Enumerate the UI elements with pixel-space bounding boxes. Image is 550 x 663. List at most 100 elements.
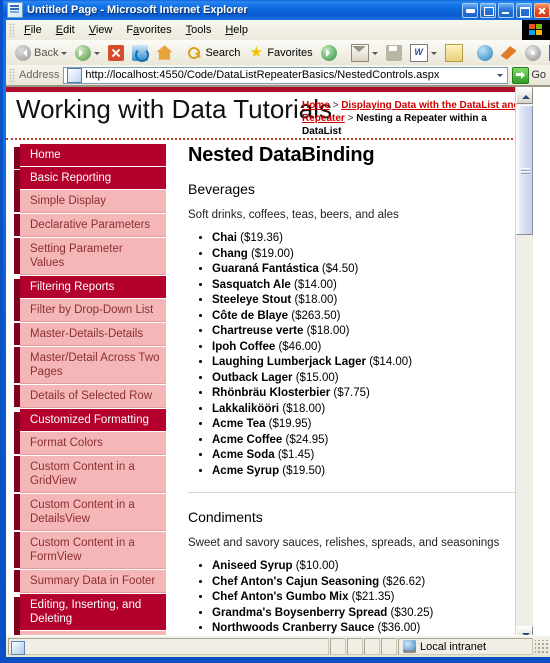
forward-history-chevron-down-icon[interactable] [94,51,101,58]
product-list-item: Aniseed Syrup ($10.00) [212,559,518,574]
product-price: ($21.35) [348,591,395,603]
stop-icon [108,44,125,61]
msn-button[interactable] [497,43,521,63]
home-button[interactable] [152,43,176,63]
product-price: ($15.00) [292,371,339,384]
menu-help[interactable]: Help [218,22,255,38]
product-list-item: Grandma's Boysenberry Spread ($30.25) [212,606,518,621]
product-price: ($18.00) [303,325,350,337]
product-price: ($19.50) [279,464,326,477]
sidebar-item-custom-content-detailsview[interactable]: Custom Content in a DetailsView [14,494,166,531]
sidebar-item-declarative-parameters[interactable]: Declarative Parameters [14,214,166,237]
sidebar-item-label: Custom Content in a FormView [30,537,135,563]
product-name: Rhönbräu Klosterbier [212,387,331,399]
product-name: Côte de Blaye [212,309,289,322]
address-input[interactable]: http://localhost:4550/Code/DataListRepea… [63,66,509,84]
sidebar-section-filtering-reports[interactable]: Filtering Reports [14,276,166,301]
menu-edit-label-rest: dit [63,24,75,36]
back-history-chevron-down-icon[interactable] [61,51,68,58]
sidebar-item-home[interactable]: Home [14,144,166,169]
web-page: Working with Data Tutorials Home > Displ… [6,87,533,643]
status-security-zone[interactable]: Local intranet [398,638,533,655]
close-button[interactable] [534,2,550,18]
product-list-item: Acme Tea ($19.95) [212,417,518,432]
edit-word-button[interactable]: W [406,42,441,64]
stop-button[interactable] [104,43,128,63]
title-bar: Untitled Page - Microsoft Internet Explo… [3,0,550,20]
sidebar-item-master-details-details[interactable]: Master-Details-Details [14,323,166,346]
sidebar-item-summary-data-in-footer[interactable]: Summary Data in Footer [14,570,166,593]
print-button[interactable] [382,43,406,63]
product-name: Outback Lager [212,371,293,384]
refresh-button[interactable] [128,43,152,63]
scrollbar-thumb[interactable] [516,105,533,235]
sidebar-item-label: Customized Formatting [30,414,149,426]
address-gripper-icon[interactable] [9,68,15,82]
sidebar-item-custom-content-formview[interactable]: Custom Content in a FormView [14,532,166,569]
menu-file[interactable]: File [17,22,49,38]
content-heading: Nested DataBinding [188,144,375,166]
sidebar-item-simple-display[interactable]: Simple Display [14,190,166,213]
maximize-button[interactable] [516,2,532,18]
back-button-label: Back [34,46,59,59]
sidebar-section-editing-inserting-deleting[interactable]: Editing, Inserting, and Deleting [14,594,166,633]
product-name: Lakkalikööri [212,402,280,415]
category-name: Condiments [188,509,263,525]
sidebar-item-label: Home [30,149,61,161]
menu-gripper-icon[interactable] [9,23,15,37]
sidebar-item-details-of-selected-row[interactable]: Details of Selected Row [14,385,166,408]
sidebar-section-basic-reporting[interactable]: Basic Reporting [14,167,166,192]
media-button[interactable] [317,43,341,63]
sidebar-item-custom-content-gridview[interactable]: Custom Content in a GridView [14,456,166,493]
product-list-item: Acme Coffee ($24.95) [212,433,518,448]
product-name: Chef Anton's Gumbo Mix [212,591,349,603]
product-price: ($10.00) [292,560,339,572]
product-name: Acme Soda [212,449,275,461]
menu-view[interactable]: View [82,22,120,38]
product-list-item: Sasquatch Ale ($14.00) [212,278,518,293]
product-list-item: Chef Anton's Gumbo Mix ($21.35) [212,590,518,605]
address-url-text[interactable]: http://localhost:4550/Code/DataListRepea… [85,69,492,81]
mail-button[interactable] [347,42,382,64]
messenger-button[interactable] [473,43,497,63]
minimize-button[interactable] [498,2,514,18]
restore-group-button[interactable] [480,2,496,18]
sidebar-item-label: Custom Content in a DetailsView [30,499,135,525]
back-arrow-icon [15,44,31,61]
product-list-item: Guaraná Fantástica ($4.50) [212,262,518,277]
sidebar-item-setting-parameter-values[interactable]: Setting Parameter Values [14,238,166,275]
mail-icon [350,43,369,62]
sidebar-section-customized-formatting[interactable]: Customized Formatting [14,409,166,434]
sidebar-item-label: Filter by Drop-Down List [30,304,154,316]
mail-chevron-down-icon[interactable] [371,51,378,58]
status-page-icon [11,641,25,655]
edit-chevron-down-icon[interactable] [430,51,437,58]
address-bar: Address http://localhost:4550/Code/DataL… [6,65,550,86]
forward-arrow-icon [75,44,92,61]
printer-icon [385,44,402,61]
go-button[interactable]: Go [508,66,550,84]
menu-edit[interactable]: Edit [49,22,82,38]
research-button[interactable] [521,43,545,63]
vertical-scrollbar[interactable] [515,87,533,643]
navigate-button[interactable] [462,2,478,18]
sidebar-item-master-detail-across-two-pages[interactable]: Master/Detail Across Two Pages [14,347,166,384]
address-page-icon [67,67,83,83]
sidebar-item-format-colors[interactable]: Format Colors [14,432,166,455]
breadcrumb-link-home[interactable]: Home [302,100,330,111]
toolbar-extra-button[interactable] [545,43,550,63]
sidebar-item-label: Summary Data in Footer [30,575,156,587]
menu-favorites[interactable]: Favorites [119,22,178,38]
resize-grip-icon[interactable] [535,639,549,654]
discuss-button[interactable] [441,42,467,64]
sidebar-item-filter-by-drop-down-list[interactable]: Filter by Drop-Down List [14,299,166,322]
back-button[interactable]: Back [11,43,71,63]
scroll-up-button[interactable] [516,87,533,104]
search-button[interactable]: Search [182,43,244,63]
status-message [8,638,329,655]
menu-tools[interactable]: Tools [179,22,219,38]
forward-button[interactable] [71,43,104,63]
address-chevron-down-icon[interactable] [492,68,507,83]
toolbar: Back Search ★ Favorites W [6,40,550,66]
favorites-button[interactable]: ★ Favorites [244,43,316,63]
